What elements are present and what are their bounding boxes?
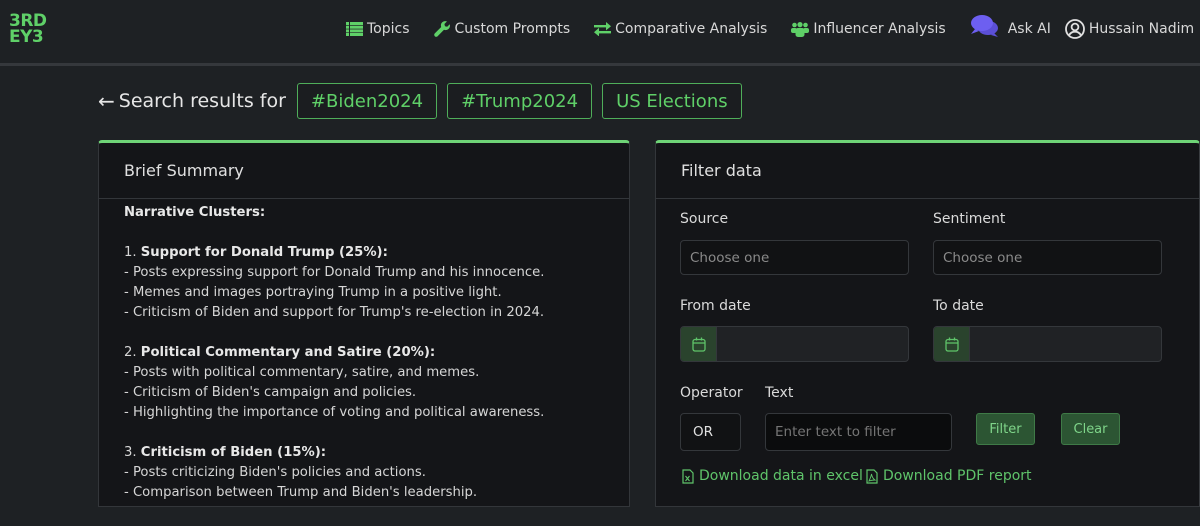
cluster-point: - Posts criticizing Biden's policies and… <box>124 465 426 480</box>
download-pdf-link[interactable]: Download PDF report <box>866 468 1032 484</box>
operator-label: Operator <box>680 385 743 401</box>
cluster-title: 3. Criticism of Biden (15%): <box>124 445 327 460</box>
nav-influencer-analysis[interactable]: Influencer Analysis <box>791 21 946 37</box>
list-icon <box>346 22 363 36</box>
search-tag[interactable]: #Trump2024 <box>447 83 593 119</box>
text-label: Text <box>765 385 794 401</box>
from-date-label: From date <box>680 298 751 314</box>
calendar-icon[interactable] <box>934 327 970 361</box>
back-arrow-icon[interactable]: ← <box>98 89 115 113</box>
search-results-header: ← Search results for #Biden2024 #Trump20… <box>98 83 752 119</box>
brief-summary-card: Brief Summary Narrative Clusters: 1. Sup… <box>98 140 630 507</box>
chat-bubbles-icon <box>970 15 998 37</box>
main-nav: Topics Custom Prompts Comparative Analys… <box>346 15 1200 42</box>
text-filter-input[interactable] <box>765 413 952 451</box>
to-date-label: To date <box>933 298 984 314</box>
filter-data-card: Filter data Source Choose one Sentiment … <box>655 140 1200 507</box>
excel-file-icon <box>682 468 694 484</box>
from-date-input[interactable] <box>680 326 909 362</box>
top-navbar: 3RD EY3 Topics Custom Prompts Comparativ… <box>0 0 1200 66</box>
cluster-point: - Criticism of Biden's campaign and poli… <box>124 385 417 400</box>
cluster-title: 2. Political Commentary and Satire (20%)… <box>124 345 436 360</box>
user-circle-icon <box>1064 19 1085 39</box>
operator-select[interactable]: OR <box>680 413 741 451</box>
sentiment-select[interactable]: Choose one <box>933 240 1162 275</box>
search-tag[interactable]: US Elections <box>602 83 742 119</box>
nav-comparative-analysis[interactable]: Comparative Analysis <box>594 21 767 37</box>
pdf-file-icon <box>866 468 878 484</box>
cluster-point: - Memes and images portraying Trump in a… <box>124 285 502 300</box>
to-date-input[interactable] <box>933 326 1162 362</box>
card-title: Brief Summary <box>99 143 629 199</box>
cluster-point: - Comparison between Trump and Biden's l… <box>124 485 478 500</box>
cluster-point: - Posts expressing support for Donald Tr… <box>124 265 545 280</box>
user-menu[interactable]: Hussain Nadim ⌄ <box>1064 19 1200 39</box>
download-excel-link[interactable]: Download data in excel <box>682 468 863 484</box>
filter-button[interactable]: Filter <box>976 413 1035 445</box>
exchange-arrows-icon <box>594 22 612 36</box>
summary-content[interactable]: Narrative Clusters: 1. Support for Donal… <box>99 199 629 506</box>
cluster-title: 1. Support for Donald Trump (25%): <box>124 245 388 260</box>
search-tag[interactable]: #Biden2024 <box>296 83 438 119</box>
nav-ask-ai[interactable]: Ask AI <box>970 15 1051 38</box>
nav-custom-prompts[interactable]: Custom Prompts <box>433 20 570 38</box>
search-results-label: Search results for <box>118 90 286 112</box>
cluster-point: - Criticism of Biden and support for Tru… <box>124 305 545 320</box>
card-title: Filter data <box>656 143 1199 199</box>
cluster-point: - Highlighting the importance of voting … <box>124 405 545 420</box>
nav-topics[interactable]: Topics <box>346 21 410 37</box>
clear-button[interactable]: Clear <box>1061 413 1120 445</box>
sentiment-label: Sentiment <box>933 211 1006 227</box>
users-group-icon <box>791 21 810 37</box>
source-label: Source <box>680 211 729 227</box>
calendar-icon[interactable] <box>681 327 717 361</box>
source-select[interactable]: Choose one <box>680 240 909 275</box>
wrench-icon <box>433 20 450 37</box>
cluster-point: - Posts with political commentary, satir… <box>124 365 480 380</box>
logo[interactable]: 3RD EY3 <box>9 13 47 46</box>
summary-heading: Narrative Clusters: <box>124 205 266 220</box>
